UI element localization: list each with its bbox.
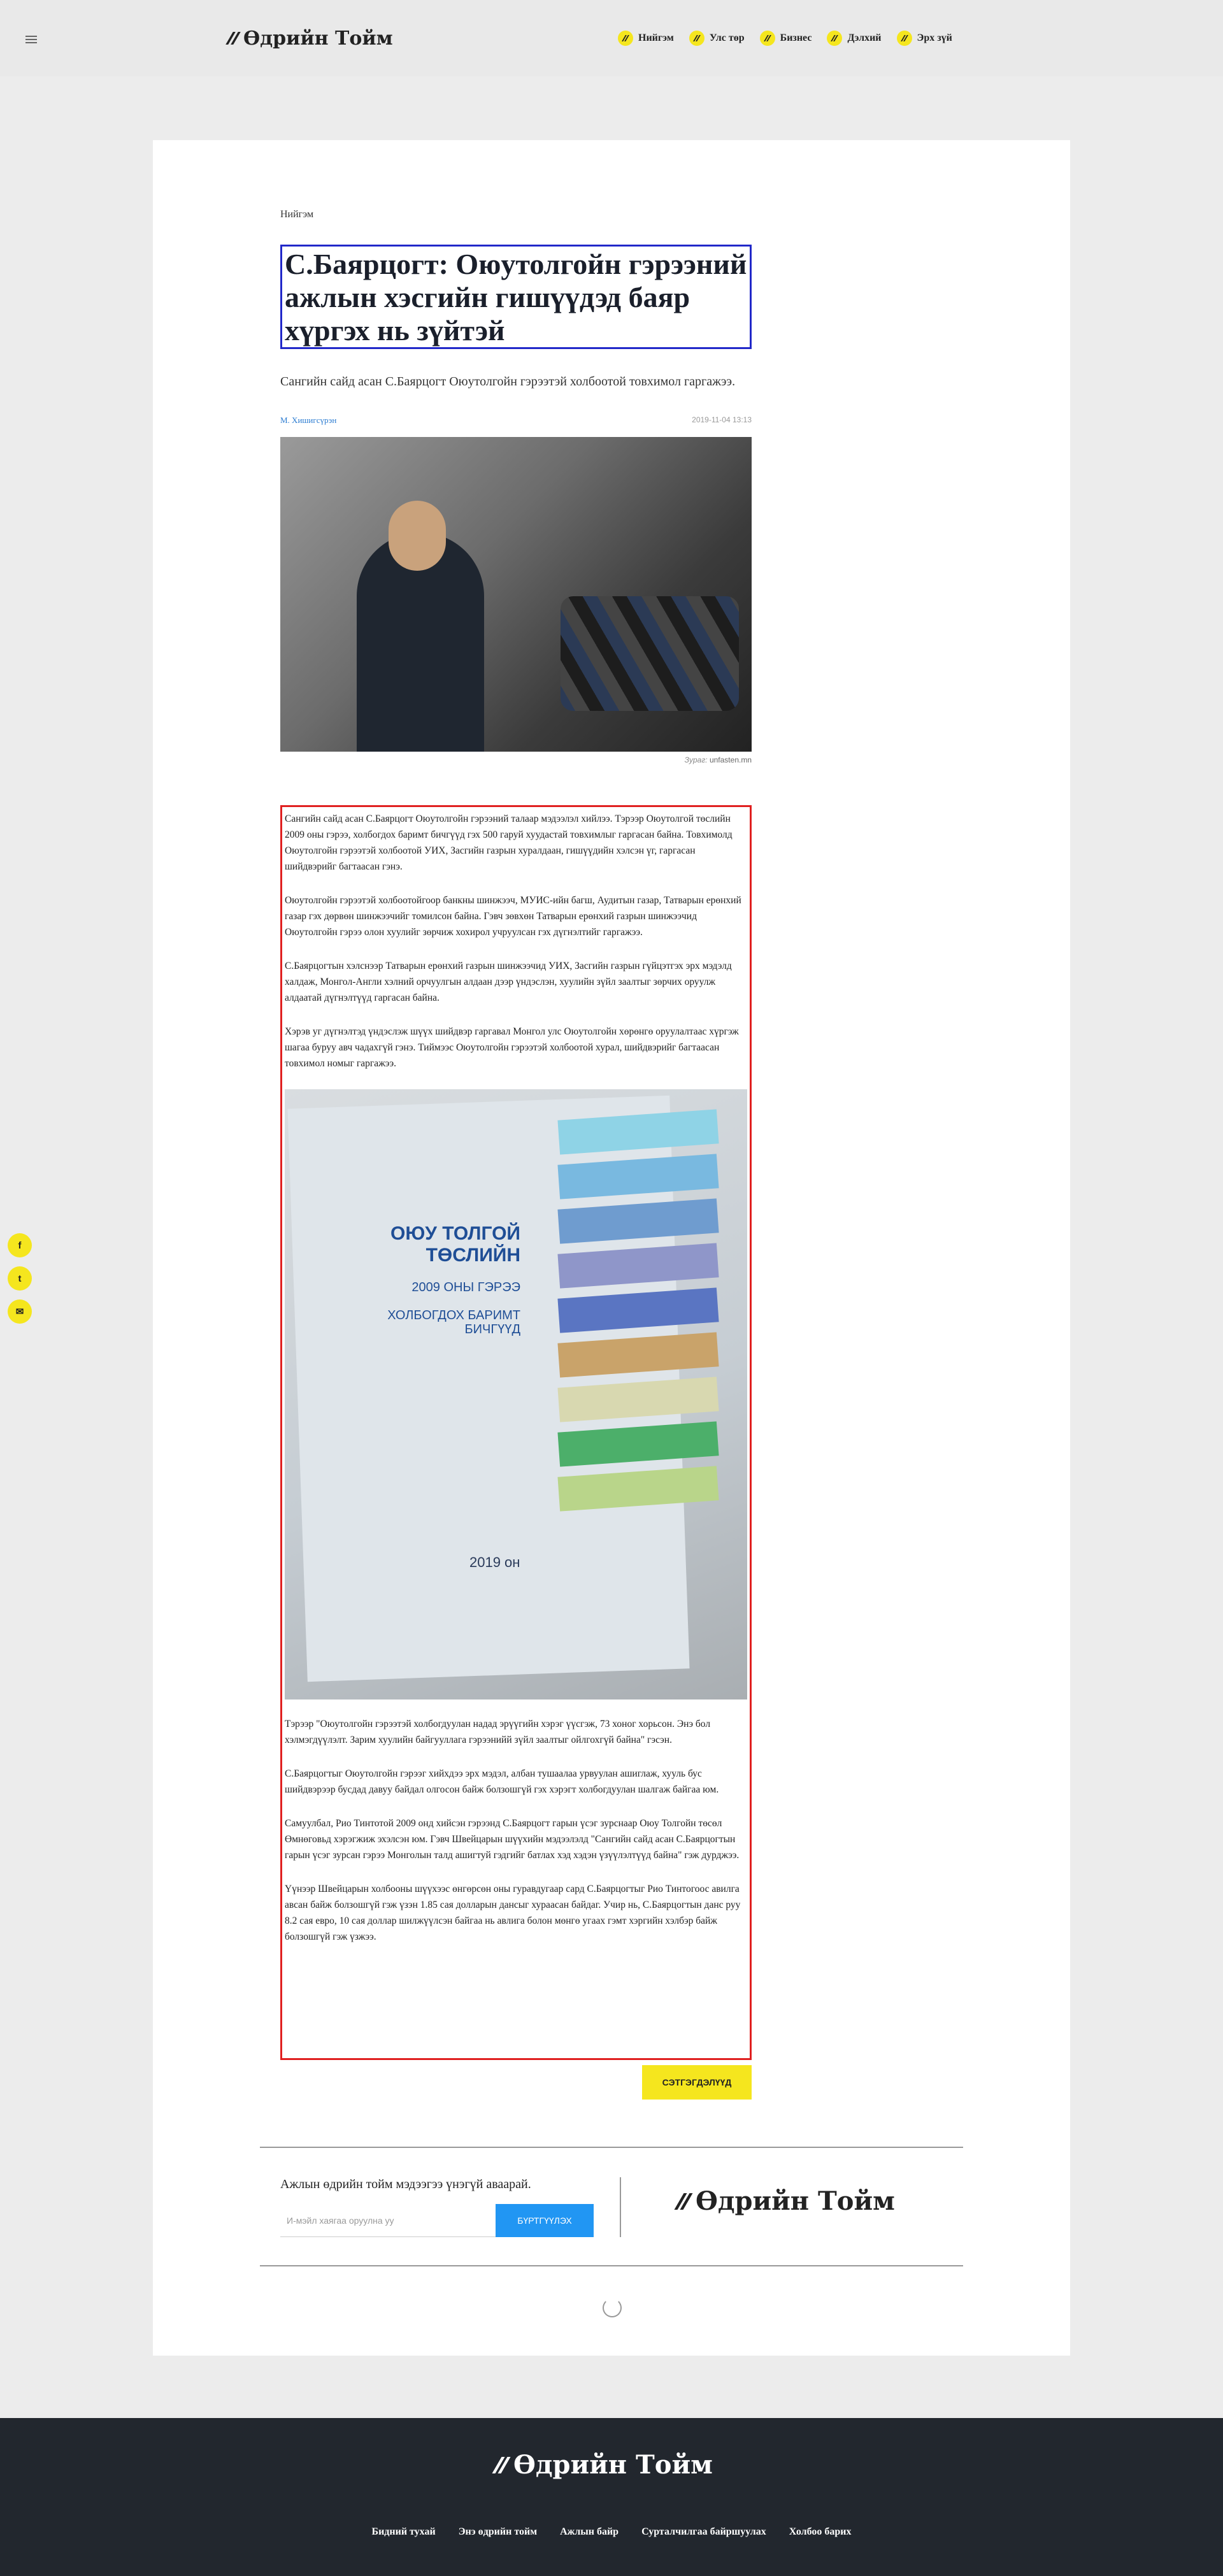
footer-link-jobs[interactable]: Ажлын байр: [560, 2526, 619, 2538]
article-photo: [280, 437, 752, 752]
article-paragraph: Тэрээр "Оюутолгойн гэрээтэй холбогдуулан…: [285, 1719, 711, 1745]
article-title: С.Баярцогт: Оюутолгойн гэрээний ажлын хэ…: [285, 248, 747, 347]
logo-mark-icon: [492, 2456, 511, 2473]
document-subtitle: 2009 ОНЫ ГЭРЭЭ ХОЛБОГДОХ БАРИМТ БИЧГҮҮД: [380, 1280, 520, 1336]
nav-bullet-icon: [896, 31, 912, 46]
newsletter-top-divider: [260, 2147, 963, 2148]
article-paragraph: Хэрэв уг дүгнэлтэд үндэслэж шүүх шийдвэр…: [285, 1026, 739, 1069]
site-logo[interactable]: Өдрийн Тойм: [225, 23, 393, 54]
document-year: 2019 он: [469, 1554, 520, 1570]
article-category[interactable]: Нийгэм: [280, 209, 313, 220]
twitter-icon[interactable]: t: [8, 1266, 32, 1291]
article-paragraph: С.Баярцогтыг Оюутолгойн гэрээг хийхдээ э…: [285, 1768, 719, 1795]
nav-bullet-icon: [689, 31, 704, 46]
nav-item-law[interactable]: Эрх зүй: [896, 31, 952, 46]
article-title-box: С.Баярцогт: Оюутолгойн гэрээний ажлын хэ…: [280, 245, 752, 349]
newsletter-logo: Өдрийн Тойм: [674, 2186, 895, 2216]
nav-item-society[interactable]: Нийгэм: [618, 31, 674, 46]
document-title: ОЮУ ТОЛГОЙ ТӨСЛИЙН: [390, 1223, 520, 1266]
article-author[interactable]: М. Хишигсүрэн: [280, 415, 336, 426]
photo-caption-label: Зураг:: [684, 755, 708, 764]
article-card: Нийгэм С.Баярцогт: Оюутолгойн гэрээний а…: [153, 140, 1070, 2356]
main-nav: Нийгэм Улс төр Бизнес Дэлхий Эрх зүй: [618, 25, 952, 51]
facebook-icon[interactable]: f: [8, 1233, 32, 1257]
site-header: Өдрийн Тойм Нийгэм Улс төр Бизнес Дэлхий…: [0, 0, 1223, 76]
nav-item-label: Улс төр: [709, 32, 745, 43]
nav-bullet-icon: [618, 31, 633, 46]
nav-bullet-icon: [759, 31, 775, 46]
footer-links: Бидний тухай Энэ өдрийн тойм Ажлын байр …: [0, 2526, 1223, 2538]
menu-icon[interactable]: [25, 36, 37, 43]
article-date: 2019-11-04 13:13: [692, 415, 752, 424]
document-photo: ОЮУ ТОЛГОЙ ТӨСЛИЙН 2009 ОНЫ ГЭРЭЭ ХОЛБОГ…: [285, 1089, 747, 1699]
article-lead: Сангийн сайд асан С.Баярцогт Оюутолгойн …: [280, 375, 736, 389]
newsletter-label: Ажлын өдрийн тойм мэдээгээ үнэгүй аваара…: [280, 2177, 531, 2191]
document-subtitle-line: 2009 ОНЫ ГЭРЭЭ: [411, 1280, 520, 1294]
footer-link-today[interactable]: Энэ өдрийн тойм: [459, 2526, 537, 2538]
loading-spinner-icon: [603, 2298, 622, 2317]
article-paragraph: Оюутолгойн гэрээтэй холбоотойгоор банкны…: [285, 895, 741, 938]
footer-link-about[interactable]: Бидний тухай: [371, 2526, 435, 2538]
article-paragraph: Самуулбал, Рио Тинтотой 2009 онд хийсэн …: [285, 1818, 740, 1861]
photo-face: [389, 501, 446, 571]
nav-item-label: Дэлхий: [847, 32, 882, 43]
article-paragraph: Үүнээр Швейцарын холбооны шүүхээс өнгөрс…: [285, 1884, 741, 1942]
footer-logo[interactable]: Өдрийн Тойм: [492, 2450, 713, 2480]
nav-bullet-icon: [827, 31, 843, 46]
nav-item-label: Эрх зүй: [917, 32, 952, 43]
email-icon[interactable]: ✉: [8, 1299, 32, 1324]
newsletter-bottom-divider: [260, 2265, 963, 2266]
logo-mark-icon: [674, 2193, 693, 2210]
photo-caption-source: unfasten.mn: [709, 755, 752, 764]
document-subtitle-line: ХОЛБОГДОХ БАРИМТ БИЧГҮҮД: [387, 1308, 520, 1336]
article-paragraph: С.Баярцогтын хэлснээр Татварын ерөнхий г…: [285, 961, 732, 1003]
comments-button[interactable]: СЭТГЭГДЭЛҮҮД: [642, 2065, 752, 2100]
logo-text: Өдрийн Тойм: [243, 27, 393, 50]
nav-item-world[interactable]: Дэлхий: [827, 31, 882, 46]
logo-mark-icon: [225, 32, 241, 45]
photo-microphones: [561, 596, 739, 711]
article-body: Сангийн сайд асан С.Баярцогт Оюутолгойн …: [280, 805, 752, 2060]
newsletter-email-input[interactable]: [280, 2204, 496, 2237]
nav-item-label: Нийгэм: [638, 32, 674, 43]
newsletter-logo-text: Өдрийн Тойм: [696, 2186, 895, 2216]
article-paragraph: Сангийн сайд асан С.Баярцогт Оюутолгойн …: [285, 813, 733, 872]
nav-item-label: Бизнес: [780, 32, 812, 43]
nav-item-politics[interactable]: Улс төр: [689, 31, 745, 46]
nav-item-business[interactable]: Бизнес: [759, 31, 812, 46]
newsletter-submit-button[interactable]: БҮРТГҮҮЛЭХ: [496, 2204, 594, 2237]
site-footer: Өдрийн Тойм Бидний тухай Энэ өдрийн тойм…: [0, 2418, 1223, 2576]
social-share-bar: f t ✉: [8, 1233, 32, 1324]
newsletter-vertical-divider: [620, 2177, 621, 2237]
footer-link-contact[interactable]: Холбоо барих: [789, 2526, 852, 2538]
footer-logo-text: Өдрийн Тойм: [513, 2450, 713, 2480]
photo-caption: Зураг: unfasten.mn: [599, 755, 752, 764]
footer-link-advertise[interactable]: Сурталчилгаа байршуулах: [641, 2526, 766, 2538]
